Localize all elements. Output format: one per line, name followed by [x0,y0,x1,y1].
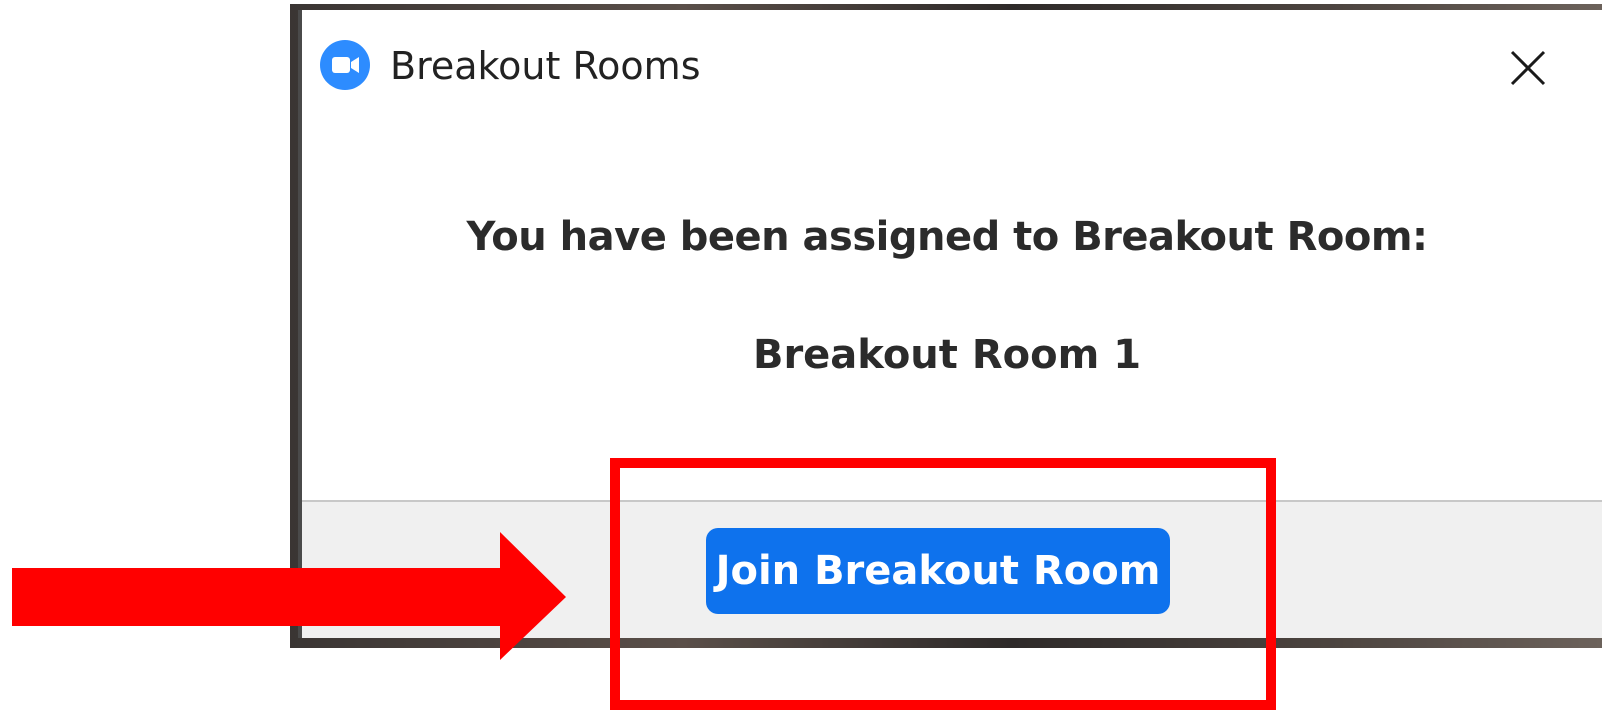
assignment-message: You have been assigned to Breakout Room: [466,214,1428,260]
dialog-title: Breakout Rooms [390,44,701,88]
dialog-titlebar: Breakout Rooms [302,10,1602,114]
close-icon [1510,50,1546,86]
breakout-room-name: Breakout Room 1 [752,332,1142,378]
zoom-camera-icon [320,40,370,90]
dialog-footer: Join Breakout Room [302,500,1602,638]
join-breakout-room-button[interactable]: Join Breakout Room [706,528,1170,614]
dialog-body: You have been assigned to Breakout Room:… [302,114,1602,500]
breakout-rooms-dialog: Breakout Rooms You have been assigned to… [298,10,1602,638]
close-button[interactable] [1498,40,1558,100]
screenshot-stage: Breakout Rooms You have been assigned to… [0,0,1602,727]
